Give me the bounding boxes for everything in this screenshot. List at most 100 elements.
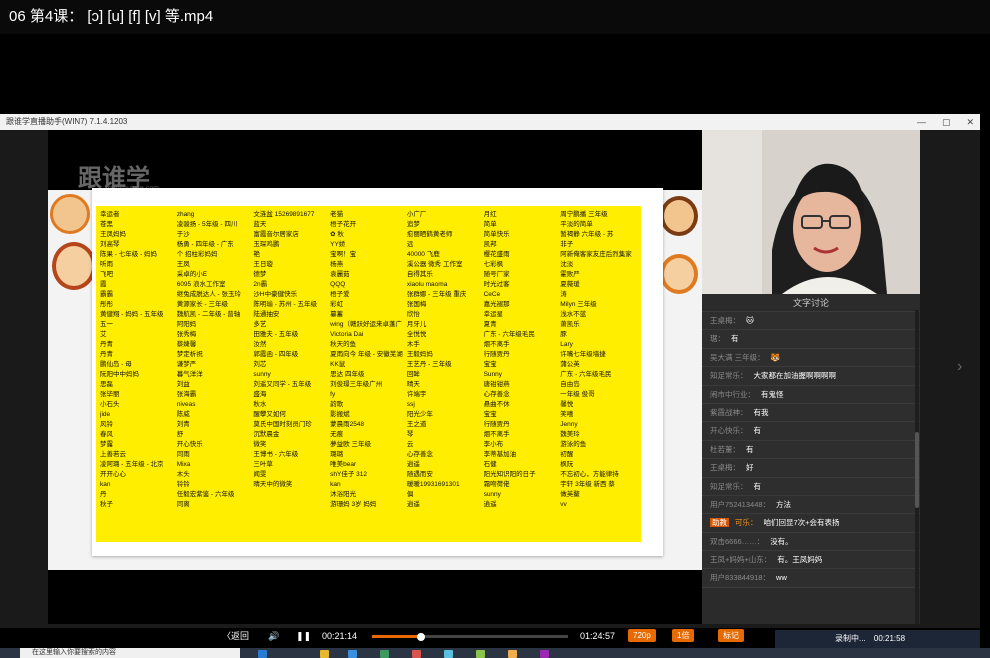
folder-icon[interactable] — [320, 650, 329, 658]
chat-text: 有 — [746, 444, 754, 454]
live-assistant-window: 跟谁学直播助手(WIN7) 7.1.4.1203 — ▢ ✕ 跟谁学 gensh… — [0, 114, 980, 628]
student-name: 杨燕 — [330, 261, 344, 268]
student-name: 王艺丹 - 三年级 — [406, 361, 452, 368]
inner-window-titlebar: 跟谁学直播助手(WIN7) 7.1.4.1203 — ▢ ✕ — [0, 114, 980, 130]
speed-button[interactable]: 1倍 — [672, 629, 695, 642]
chat-message-list[interactable]: 王桌梅： 🐱 琚：有吴大满 三年级： 🐯 知足常乐： 大家都在加油握啊啊啊啊 闹市中行业：有… — [702, 312, 920, 588]
student-name: fy — [330, 391, 336, 398]
student-name: 追梦 — [406, 221, 420, 228]
app-icon-f[interactable] — [540, 650, 549, 658]
quality-button[interactable]: 720p — [628, 629, 656, 642]
student-name: 2n霸 — [253, 281, 268, 288]
student-name: 李蒂基加油 — [483, 451, 517, 458]
close-button[interactable]: ✕ — [966, 114, 974, 130]
volume-icon[interactable]: 🔊 — [268, 628, 279, 644]
chat-scrollbar-thumb[interactable] — [915, 432, 919, 508]
mark-button[interactable]: 标记 — [718, 629, 744, 642]
chat-message: 王凤+妈妈+山东： 有。王凤妈妈 — [702, 551, 920, 570]
student-name: 开心快乐 — [176, 441, 203, 448]
student-name: 李小布 — [483, 441, 504, 448]
student-name: 纂蓄 — [330, 311, 344, 318]
app-icon-e[interactable] — [508, 650, 517, 658]
pause-icon[interactable]: ❚❚ — [296, 628, 311, 644]
student-name: 凌骏扬 - 5年级 - 四川 — [176, 221, 238, 228]
student-name: 涛 — [560, 291, 567, 298]
student-name: 宇轩 3年级 新西 蔡 — [560, 481, 615, 488]
student-name: 采卓的小E — [176, 271, 208, 278]
student-name: 简单 — [483, 221, 497, 228]
chat-username: 琚： — [710, 334, 725, 344]
taskbar-search-input[interactable]: 在这里输入你要搜索的内容 — [20, 648, 240, 658]
student-name: 郭霞函 - 四年级 — [253, 351, 299, 358]
student-name: 愈丽晒鹤黄老师 — [406, 231, 453, 238]
student-name: Milyn 三年级 — [560, 301, 597, 308]
video-title: 06 第4课： [ɔ] [u] [f] [v] 等.mp4 — [0, 0, 990, 34]
name-column: 小广厂 追梦 愈丽晒鹤黄老师远 40000 飞鹿 溪公器 微秀 工作室 自得其乐 xiaol… — [407, 210, 484, 538]
student-name: 时光过客 — [483, 281, 510, 288]
student-name: 沈淡 — [560, 261, 574, 268]
student-name: 周宁鹏播 三年级 — [560, 211, 608, 218]
chat-username: 用户752413448： — [710, 499, 771, 509]
app-icon-a[interactable] — [380, 650, 389, 658]
student-name: 王凤 — [176, 261, 190, 268]
student-name: 烟不离手 — [483, 341, 510, 348]
progress-bar[interactable] — [372, 633, 568, 641]
student-name: 幸运星 — [483, 311, 504, 318]
student-name: 广东 - 六年级毛民 — [483, 331, 535, 338]
student-name: 鹏仙岛 - 母 — [100, 361, 132, 368]
name-column: 老猫 梧子花开 ✿ 秋 YY娇 宝啊！宝 杨燕 袁麗茹 QQQ 梧子爱 彩虹 纂蓄 wing（赣跃好运… — [330, 210, 407, 538]
student-name: 心存善念 — [406, 451, 433, 458]
slide-stage: 跟谁学 genshuixue.com 幸运者苍黑王凤妈妈刘高琴陈果 - 七年级 … — [48, 130, 702, 624]
student-name: 彤彤 — [100, 301, 113, 308]
app-icon-c[interactable] — [444, 650, 453, 658]
back-button[interactable]: 〈返回 — [222, 628, 249, 644]
app-icon-d[interactable] — [476, 650, 485, 658]
chat-text: 有鬼怪 — [761, 389, 784, 399]
chat-message: 吴大满 三年级： 🐯 — [702, 348, 920, 368]
progress-knob[interactable] — [417, 633, 425, 641]
chevron-right-icon[interactable]: › — [957, 358, 962, 376]
student-name: 逍遥 — [406, 501, 420, 508]
student-name: 嘉光褪那 — [483, 301, 510, 308]
chat-username: 双击6666……： — [710, 536, 765, 546]
cartoon-kid-right-top — [660, 196, 698, 236]
student-name: kan — [330, 481, 341, 488]
student-name: 于沙 — [176, 231, 190, 238]
student-name: 梧子花开 — [330, 221, 357, 228]
student-name: 梧子爱 — [330, 291, 350, 298]
chat-text: 🐯 — [770, 352, 780, 362]
name-list-board: 幸运者 苍黑 王凤妈妈 刘高琴 陈果 - 七年级 - 妈妈 听雨 飞吧霞霸霸 彤彤 黄健翔 - … — [96, 206, 641, 542]
student-name: 醒攀又如何 — [253, 411, 286, 418]
student-name: 小广厂 — [406, 211, 427, 218]
student-name: 简单快乐 — [483, 231, 510, 238]
student-name: sunny — [483, 491, 501, 498]
student-name: CeCe — [483, 291, 501, 298]
student-name: 霍败严 — [560, 271, 580, 278]
name-list-card: 幸运者 苍黑 王凤妈妈 刘高琴 陈果 - 七年级 - 妈妈 听雨 飞吧霞霸霸 彤彤 黄健翔 - … — [92, 188, 663, 556]
student-name: 宝啊！宝 — [330, 251, 357, 258]
student-name: ✿ 秋 — [330, 231, 344, 238]
student-name: 黄健翔 - 妈妈 - 五年级 — [100, 311, 164, 318]
student-name: 汝然 — [253, 341, 267, 348]
student-name: 五一 — [100, 321, 113, 328]
teacher-portrait-icon — [702, 130, 920, 294]
student-name: 回眸 — [406, 371, 420, 378]
maximize-button[interactable]: ▢ — [942, 114, 951, 130]
student-name: vv — [560, 501, 567, 508]
minimize-button[interactable]: — — [917, 114, 926, 130]
student-name: 王之道 — [406, 421, 427, 428]
chat-text: 🐱 — [746, 316, 754, 325]
student-name: 唯美bear — [330, 461, 357, 468]
student-name: 闻雯 — [253, 471, 267, 478]
student-name: 刘芯 — [253, 361, 267, 368]
app-icon-b[interactable] — [412, 650, 421, 658]
student-name: 游泳的鱼 — [560, 441, 587, 448]
student-name: 远 — [406, 241, 414, 248]
student-name: 蓝天 — [253, 221, 267, 228]
edge-icon[interactable] — [258, 650, 267, 658]
student-name: 丹青 — [100, 351, 113, 358]
student-name: 笑嘻 — [560, 411, 574, 418]
student-name: 盛海 — [253, 391, 267, 398]
student-name: 三叶草 — [253, 461, 273, 468]
store-icon[interactable] — [348, 650, 357, 658]
